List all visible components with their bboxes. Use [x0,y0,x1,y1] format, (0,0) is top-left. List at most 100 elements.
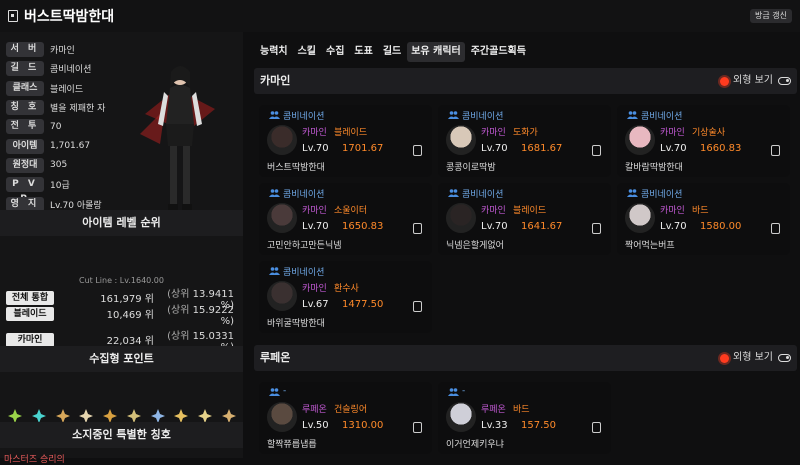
profile-value: 콤비네이션 [50,65,92,76]
card-item-level: 1477.50 [342,299,384,310]
card-guild: 콤비네이션 [641,190,683,200]
copy-icon[interactable] [592,422,601,433]
card-item-level: 1701.67 [342,143,384,154]
character-avatar [625,125,655,155]
card-character-name: 콩콩이로딱밤 [446,163,496,173]
profile-value: 별을 제패한 자 [50,104,106,115]
card-class: 건슬링어 [334,405,368,415]
card-item-level: 1641.67 [521,221,563,232]
card-class: 기상술사 [692,128,726,138]
ranking-percent-prefix: (상위 [167,304,193,316]
character-card[interactable]: 콤비네이션 카마인 블레이드 Lv.70 1641.67 닉넴은할게없어 [438,183,611,255]
copy-icon[interactable] [413,301,422,312]
card-class: 바드 [692,206,709,216]
server-header: 루페온 외형 보기 [254,345,797,371]
special-title-item: 마스터즈 승리의 [4,455,65,465]
card-guild: 콤비네이션 [283,268,325,278]
character-card[interactable]: - 루페온 건슬링어 Lv.50 1310.00 할짝쮸릅냅릅 [259,382,432,454]
character-card[interactable]: 콤비네이션 카마인 소울이터 Lv.70 1650.83 고민안하고만든닉넴 [259,183,432,255]
profile-label: 길 드 [6,61,44,77]
tab-item[interactable]: 보유 캐릭터 [407,42,465,62]
card-class: 소울이터 [334,206,368,216]
character-card[interactable]: 콤비네이션 카마인 블레이드 Lv.70 1701.67 버스트딱밤한대 [259,105,432,177]
copy-icon[interactable] [771,223,780,234]
appearance-toggle-label[interactable]: 외형 보기 [720,68,773,94]
server-header: 카마인 외형 보기 [254,68,797,94]
card-guild: - [462,386,466,396]
card-server: 카마인 [660,206,685,216]
profile-row: 칭 호 별을 제패한 자 [6,98,105,117]
card-server: 카마인 [481,128,506,138]
character-card[interactable]: 콤비네이션 카마인 바드 Lv.70 1580.00 짝어먹는버프 [617,183,790,255]
profile-row: 원정대 305 [6,156,105,175]
profile-label: 원정대 [6,157,44,173]
card-item-level: 157.50 [521,420,556,431]
toggle-icon[interactable] [778,77,791,85]
tab-item[interactable]: 수집 [322,42,348,62]
card-item-level: 1310.00 [342,420,384,431]
tab-item[interactable]: 스킬 [294,42,320,62]
ranking-percent: (상위 15.9222 %) [154,301,234,327]
character-avatar [267,125,297,155]
tab-item[interactable]: 주간골드획득 [467,42,530,62]
tab-item[interactable]: 능력치 [256,42,292,62]
profile-value: 10급 [50,181,70,192]
profile-label: 칭 호 [6,100,44,116]
character-portrait [140,66,215,218]
character-card[interactable]: 콤비네이션 카마인 기상술사 Lv.70 1660.83 칼바람딱밤한대 [617,105,790,177]
profile-row: 클래스 블레이드 [6,79,105,98]
guild-users-icon [448,111,459,119]
card-item-level: 1660.83 [700,143,742,154]
appearance-text: 외형 보기 [733,75,773,86]
card-level: Lv.50 [302,420,329,431]
profile-value: 305 [50,160,68,171]
appearance-toggle-label[interactable]: 외형 보기 [720,345,773,371]
guild-users-icon [269,388,280,396]
sun-icon [720,76,730,86]
profile-value: 블레이드 [50,84,84,95]
character-avatar [625,203,655,233]
copy-icon[interactable] [413,422,422,433]
card-level: Lv.70 [302,143,329,154]
card-level: Lv.70 [481,143,508,154]
card-level: Lv.67 [302,299,329,310]
card-level: Lv.70 [481,221,508,232]
card-level: Lv.70 [660,143,687,154]
character-card[interactable]: 콤비네이션 카마인 도화가 Lv.70 1681.67 콩콩이로딱밤 [438,105,611,177]
card-character-name: 이거언제키우냐 [446,440,504,450]
copy-icon[interactable] [413,145,422,156]
character-avatar [267,281,297,311]
profile-label: 서 버 [6,42,44,58]
ranking-percent-value: 15.9222 %) [192,304,234,327]
card-item-level: 1580.00 [700,221,742,232]
profile-row: 아이템 1,701.67 [6,136,105,155]
card-class: 바드 [513,405,530,415]
server-name: 카마인 [260,74,291,87]
toggle-icon[interactable] [778,354,791,362]
bookmark-icon[interactable] [8,10,18,22]
copy-icon[interactable] [592,145,601,156]
profile-label: 클래스 [6,80,44,96]
tab-item[interactable]: 도표 [350,42,376,62]
ranking-rank: 161,979 위 [100,294,154,305]
profile-value: 1,701.67 [50,141,91,152]
card-class: 블레이드 [513,206,547,216]
ranking-label: 블레이드 [6,306,54,321]
tab-bar: 능력치 스킬 수집 도표 길드 보유 캐릭터 주간골드획득 [256,42,530,62]
character-card[interactable]: - 루페온 바드 Lv.33 157.50 이거언제키우냐 [438,382,611,454]
profile-info: 서 버 카마인 길 드 콤비네이션 클래스 블레이드 칭 호 별을 제패한 자전 투 70 아이템… [6,40,105,214]
copy-icon[interactable] [413,223,422,234]
card-level: Lv.33 [481,420,508,431]
tab-item[interactable]: 길드 [379,42,405,62]
ranking-label: 카마인 [6,332,54,347]
card-server: 카마인 [660,128,685,138]
ranking-percent-prefix: (상위 [167,288,193,300]
ranking-percent-prefix: (상위 [167,330,193,342]
copy-icon[interactable] [592,223,601,234]
copy-icon[interactable] [771,145,780,156]
profile-label: 아이템 [6,138,44,154]
refresh-button[interactable]: 방금 갱신 [750,9,792,23]
card-server: 루페온 [302,405,327,415]
character-card[interactable]: 콤비네이션 카마인 환수사 Lv.67 1477.50 바위굴딱밤한대 [259,261,432,333]
card-character-name: 바위굴딱밤한대 [267,319,325,329]
